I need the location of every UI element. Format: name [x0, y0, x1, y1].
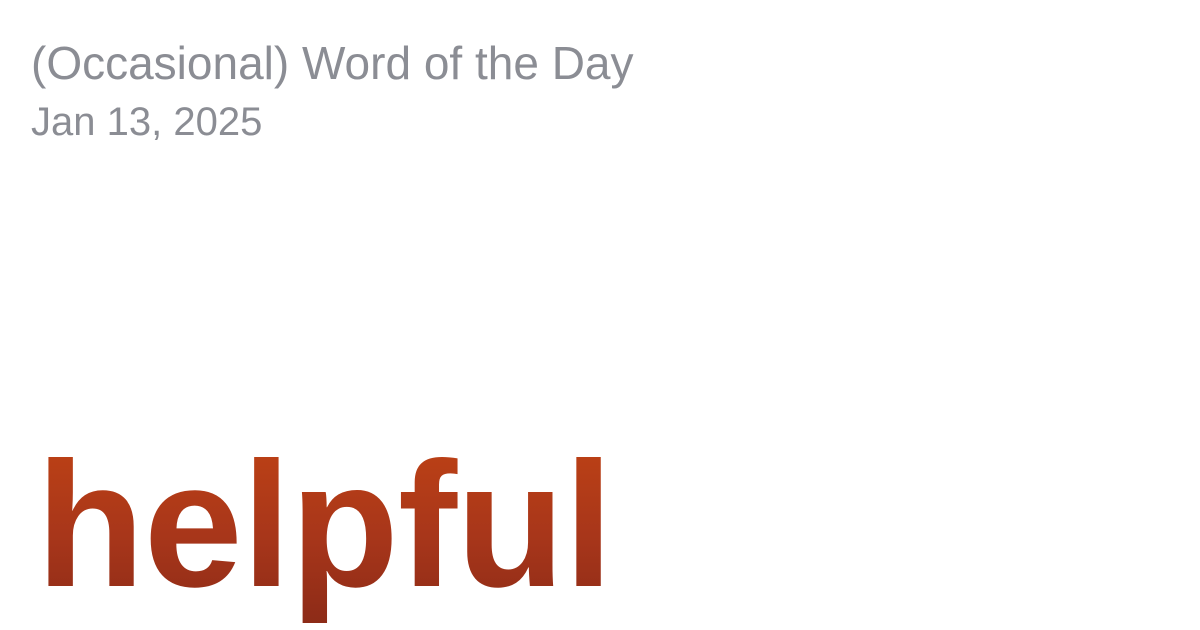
post-date: Jan 13, 2025 [31, 100, 263, 144]
featured-word: helpful [36, 418, 613, 630]
word-of-the-day-card: (Occasional) Word of the Day Jan 13, 202… [0, 0, 1200, 630]
page-title: (Occasional) Word of the Day [31, 37, 634, 89]
